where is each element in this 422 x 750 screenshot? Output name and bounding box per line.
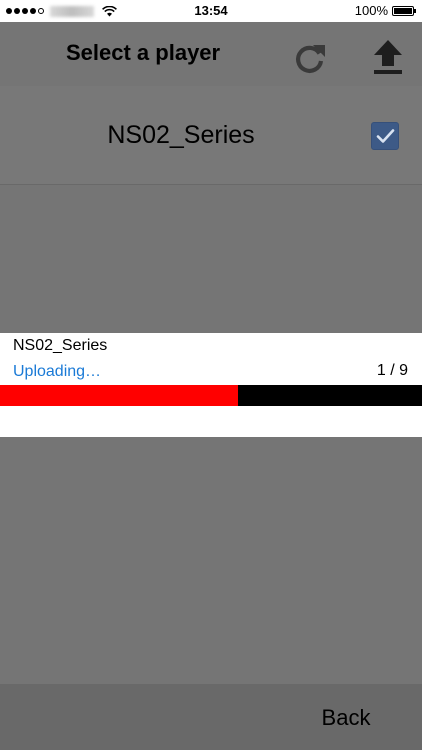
battery-tip [414, 8, 416, 13]
checkmark-icon [376, 129, 395, 143]
page-title: Select a player [66, 40, 221, 65]
status-right: 100% [354, 3, 416, 18]
refresh-icon [296, 45, 325, 73]
upload-progress-dialog: NS02_Series Uploading… 1 / 9 [0, 333, 422, 437]
dialog-progress-count: 1 / 9 [376, 362, 408, 379]
header: Select a player [0, 22, 422, 86]
progress-bar [0, 385, 422, 406]
player-name: NS02_Series [107, 121, 255, 149]
battery-icon [392, 5, 416, 16]
player-checkbox[interactable] [371, 122, 399, 150]
status-bar: 13:54 100% [0, 0, 422, 22]
upload-button[interactable] [366, 36, 410, 80]
upload-icon [374, 40, 402, 74]
refresh-button[interactable] [288, 36, 332, 80]
back-button[interactable]: Back [300, 702, 392, 734]
player-row[interactable]: NS02_Series [0, 86, 422, 185]
dialog-title: NS02_Series [13, 337, 108, 354]
footer: Back [0, 684, 422, 750]
dialog-status: Uploading… [13, 363, 102, 380]
battery-fill [394, 7, 412, 14]
battery-percent: 100% [354, 3, 388, 18]
progress-fill [0, 385, 239, 406]
